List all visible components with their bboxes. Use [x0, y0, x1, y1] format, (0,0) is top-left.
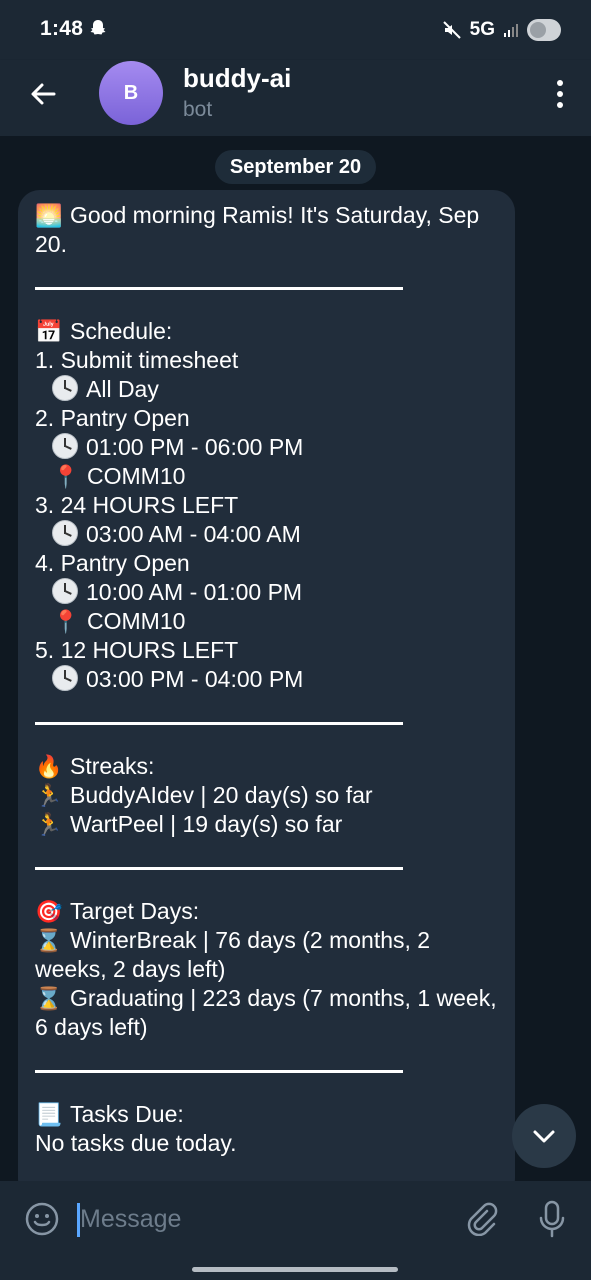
more-menu-icon[interactable]: [555, 78, 565, 110]
divider: [35, 839, 505, 897]
date-separator: September 20: [215, 150, 376, 184]
snapchat-ghost-icon: [90, 20, 106, 35]
mute-icon: [442, 21, 461, 39]
schedule-item-title: 1. Submit timesheet: [35, 347, 239, 373]
schedule-item-title: 3. 24 HOURS LEFT: [35, 492, 239, 518]
schedule-heading: 📅 Schedule:: [35, 318, 173, 344]
chevron-down-icon: [533, 1130, 555, 1143]
chat-title[interactable]: buddy-ai: [183, 63, 291, 94]
greeting-text: Good morning Ramis! It's Saturday, Sep 2…: [35, 202, 480, 257]
sunrise-icon: 🌅: [35, 203, 63, 228]
tasks-text: No tasks due today.: [35, 1130, 237, 1156]
hourglass-icon: ⌛: [35, 928, 63, 953]
fire-icon: 🔥: [35, 754, 63, 779]
chat-area[interactable]: September 20 🌅 Good morning Ramis! It's S…: [0, 136, 591, 1181]
streak-item: 🏃 BuddyAIdev | 20 day(s) so far: [35, 782, 373, 808]
microphone-icon[interactable]: [537, 1199, 567, 1239]
schedule-item-time: 03:00 PM - 04:00 PM: [35, 665, 505, 694]
clock-icon: [52, 433, 78, 459]
targets-heading: 🎯 Target Days:: [35, 898, 200, 924]
divider: [35, 259, 505, 317]
schedule-item-location: 📍 COMM10: [52, 463, 186, 489]
calendar-icon: 📅: [35, 319, 63, 344]
chat-header: B buddy-ai bot: [0, 60, 591, 136]
paperclip-icon[interactable]: [463, 1200, 499, 1236]
schedule-item-title: 2. Pantry Open: [35, 405, 190, 431]
schedule-item-time: 01:00 PM - 06:00 PM: [35, 433, 505, 462]
pin-icon: 📍: [52, 464, 80, 489]
runner-icon: 🏃: [35, 812, 63, 837]
schedule-item-time: 03:00 AM - 04:00 AM: [35, 520, 505, 549]
target-item: ⌛ WinterBreak | 76 days (2 months, 2 week…: [35, 927, 431, 982]
network-label: 5G: [469, 19, 495, 40]
message-bubble[interactable]: 🌅 Good morning Ramis! It's Saturday, Sep …: [18, 190, 515, 1181]
streak-item: 🏃 WartPeel | 19 day(s) so far: [35, 811, 343, 837]
greeting-line: 🌅 Good morning Ramis! It's Saturday, Sep …: [35, 201, 505, 259]
back-arrow-icon[interactable]: [24, 74, 64, 114]
dart-icon: 🎯: [35, 899, 63, 924]
hourglass-icon: ⌛: [35, 986, 63, 1011]
schedule-item-title: 5. 12 HOURS LEFT: [35, 637, 239, 663]
message-input[interactable]: [80, 1199, 420, 1239]
clock-icon: [52, 665, 78, 691]
schedule-item-title: 4. Pantry Open: [35, 550, 190, 576]
emoji-icon[interactable]: [24, 1201, 60, 1237]
schedule-item-time: All Day: [35, 375, 505, 404]
message-text: 🌅 Good morning Ramis! It's Saturday, Sep …: [35, 201, 505, 1158]
pin-icon: 📍: [52, 609, 80, 634]
schedule-item-location: 📍 COMM10: [52, 608, 186, 634]
status-icons: 5G: [442, 17, 561, 43]
home-gesture-handle[interactable]: [192, 1267, 398, 1272]
system-nav-bar: [0, 1257, 591, 1280]
status-bar: 1:48 5G: [0, 0, 591, 60]
signal-icon: [504, 24, 518, 37]
streaks-heading: 🔥 Streaks:: [35, 753, 155, 779]
avatar[interactable]: B: [99, 61, 163, 125]
clock-icon: [52, 375, 78, 401]
battery-toggle-icon: [527, 19, 561, 41]
divider: [35, 1042, 505, 1100]
clock-icon: [52, 578, 78, 604]
tasks-heading: 📃 Tasks Due:: [35, 1101, 184, 1127]
scroll-icon: 📃: [35, 1102, 63, 1127]
schedule-item-time: 10:00 AM - 01:00 PM: [35, 578, 505, 607]
clock-icon: [52, 520, 78, 546]
chat-subtitle: bot: [183, 98, 213, 121]
status-time: 1:48: [40, 17, 84, 40]
scroll-down-button[interactable]: [512, 1104, 576, 1168]
target-item: ⌛ Graduating | 223 days (7 months, 1 week…: [35, 985, 497, 1040]
divider: [35, 694, 505, 752]
composer: [0, 1181, 591, 1257]
runner-icon: 🏃: [35, 783, 63, 808]
